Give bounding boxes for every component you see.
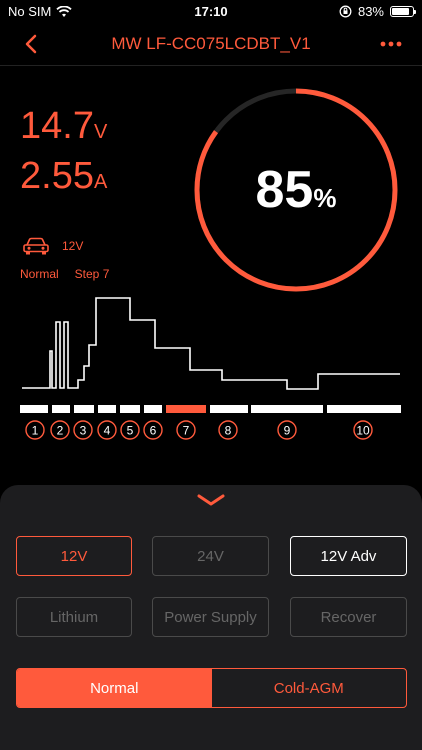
gauge-percent-unit: % [313, 183, 337, 213]
step-bar-5 [120, 405, 140, 413]
mode-segmented-control: Normal Cold-AGM [16, 668, 407, 708]
option-recover-button[interactable]: Recover [290, 597, 407, 637]
orientation-lock-icon [339, 5, 352, 18]
option-12v-button[interactable]: 12V [16, 536, 132, 576]
step-bar-8 [210, 405, 248, 413]
gauge-percent-value: 85 [255, 161, 314, 219]
step-label-8: 8 [225, 424, 232, 438]
nav-bar: MW LF-CC075LCDBT_V1 [0, 22, 422, 66]
more-options-icon[interactable] [378, 34, 404, 54]
voltage-reading: 14.7V [20, 105, 107, 148]
step-bar-2 [52, 405, 70, 413]
step-bar-7 [166, 405, 206, 413]
step-bar-1 [20, 405, 48, 413]
charge-profile-curve [22, 297, 400, 390]
step-label-9: 9 [284, 424, 291, 438]
vehicle-system: 12V [22, 236, 83, 256]
battery-percent: 83% [357, 4, 384, 19]
charge-step-label: Step 7 [74, 267, 110, 281]
voltage-value: 14.7 [20, 105, 94, 147]
current-unit: A [93, 171, 108, 193]
segment-cold-agm[interactable]: Cold-AGM [212, 669, 407, 707]
step-bar-3 [74, 405, 94, 413]
battery-fill [392, 8, 409, 15]
current-reading: 2.55A [20, 155, 107, 198]
voltage-unit: V [93, 121, 108, 143]
car-icon [23, 237, 49, 255]
settings-sheet: 12V 24V 12V Adv Lithium Power Supply Rec… [0, 485, 422, 750]
status-bar: No SIM 17:10 83% [0, 0, 422, 22]
step-label-2: 2 [57, 424, 64, 438]
segment-normal[interactable]: Normal [17, 669, 212, 707]
device-title: MW LF-CC075LCDBT_V1 [111, 34, 311, 53]
step-bar-6 [144, 405, 162, 413]
step-label-3: 3 [80, 424, 87, 438]
option-lithium-button[interactable]: Lithium [16, 597, 132, 637]
option-power-supply-button[interactable]: Power Supply [152, 597, 269, 637]
battery-icon [390, 6, 416, 17]
gauge-readout: 85% [190, 160, 402, 220]
charge-state: Normal Step 7 [20, 267, 109, 281]
step-label-10: 10 [356, 424, 370, 438]
step-label-1: 1 [32, 424, 39, 438]
status-right: 83% [339, 4, 416, 19]
step-badges: 1 2 3 4 5 6 7 8 9 10 [25, 420, 373, 440]
step-label-7: 7 [183, 424, 190, 438]
step-bar-10 [327, 405, 401, 413]
charge-profile-chart: 1 2 3 4 5 6 7 8 9 10 [20, 297, 401, 440]
step-label-5: 5 [127, 424, 134, 438]
chevron-down-icon[interactable] [196, 493, 226, 507]
step-bar-track [20, 405, 401, 413]
step-label-6: 6 [150, 424, 157, 438]
step-bar-9 [251, 405, 323, 413]
current-value: 2.55 [20, 155, 94, 197]
system-voltage-label: 12V [62, 239, 84, 253]
step-bar-4 [98, 405, 116, 413]
charge-mode-label: Normal [20, 267, 59, 281]
step-label-4: 4 [104, 424, 111, 438]
option-24v-button[interactable]: 24V [152, 536, 269, 576]
option-12v-adv-button[interactable]: 12V Adv [290, 536, 407, 576]
